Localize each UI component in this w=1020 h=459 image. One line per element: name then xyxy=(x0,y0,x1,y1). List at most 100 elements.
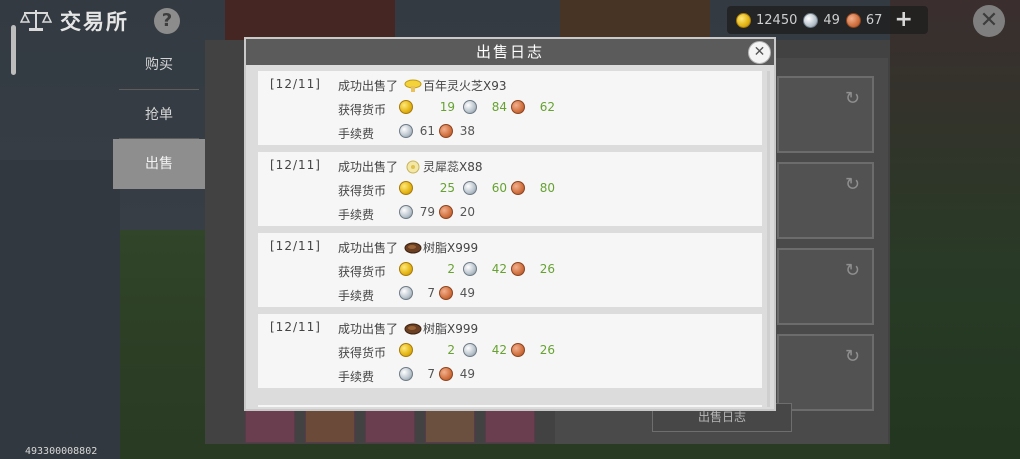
menu-tab-grab-order[interactable]: 抢单 xyxy=(113,90,205,140)
fee-label: 手续费 xyxy=(338,370,375,384)
refresh-icon[interactable]: ↻ xyxy=(845,346,860,367)
sell-slot[interactable]: ↻ xyxy=(777,162,874,239)
log-item-name: 百年灵火芝 xyxy=(423,79,484,93)
fee-silver: 61 xyxy=(419,124,435,138)
fee-copper: 49 xyxy=(459,367,475,381)
fee-copper: 38 xyxy=(459,124,475,138)
market-menu: 购买 抢单 出售 xyxy=(113,40,205,440)
menu-tab-sell[interactable]: 出售 xyxy=(113,139,205,189)
sale-log-list[interactable]: [12/11] 成功出售了 百年灵火芝 X93 获得货币 19 84 62 手续… xyxy=(258,71,762,407)
log-entry: [12/11] 成功出售了 灵犀蕊 X88 获得货币 25 60 80 手续费 xyxy=(258,152,762,226)
menu-tab-buy[interactable]: 购买 xyxy=(113,40,205,90)
silver-coin-icon xyxy=(463,343,477,357)
income-gold: 19 xyxy=(439,100,455,114)
log-item-name: 树脂 xyxy=(423,241,448,255)
log-entry: [12/11] 成功出售了 树脂 X999 获得货币 2 42 26 手续费 7… xyxy=(258,233,762,307)
gold-coin-icon xyxy=(399,100,413,114)
fee-copper: 20 xyxy=(459,205,475,219)
log-sold-line: 成功出售了 灵犀蕊 X88 xyxy=(338,158,483,175)
income-gold: 2 xyxy=(447,343,455,357)
flower-icon xyxy=(406,160,420,173)
copper-coin-icon xyxy=(439,367,453,381)
income-gold: 25 xyxy=(439,181,455,195)
refresh-icon[interactable]: ↻ xyxy=(845,174,860,195)
inventory-item[interactable] xyxy=(425,410,475,443)
log-item-quantity: X88 xyxy=(459,159,483,174)
gold-coin-icon xyxy=(736,12,751,28)
fee-amounts: 79 20 xyxy=(399,205,479,219)
log-date: [12/11] xyxy=(270,77,321,91)
inventory-item[interactable] xyxy=(305,410,355,443)
log-action: 成功出售了 xyxy=(338,322,399,336)
gold-coin-icon xyxy=(399,343,413,357)
silver-coin-icon xyxy=(399,286,413,300)
dialog-header: 出售日志 ✕ xyxy=(246,39,774,65)
log-action: 成功出售了 xyxy=(338,160,399,174)
log-date: [12/11] xyxy=(270,320,321,334)
copper-coin-icon xyxy=(511,181,525,195)
sell-slot[interactable]: ↻ xyxy=(777,76,874,153)
log-entry: [12/11] 成功出售了 树脂 X999 获得货币 2 42 26 手续费 7… xyxy=(258,314,762,388)
fee-amounts: 7 49 xyxy=(399,367,479,381)
log-item-name: 灵犀蕊 xyxy=(423,160,460,174)
inventory-item[interactable] xyxy=(245,410,295,443)
scales-icon xyxy=(20,10,52,31)
income-gold: 2 xyxy=(447,262,455,276)
resin-icon xyxy=(404,323,422,334)
log-item-quantity: X999 xyxy=(447,240,479,255)
sell-slot[interactable]: ↻ xyxy=(777,334,874,411)
gold-coin-icon xyxy=(399,181,413,195)
income-copper: 26 xyxy=(539,262,555,276)
income-silver: 84 xyxy=(491,100,507,114)
silver-coin-icon xyxy=(463,100,477,114)
inventory-strip xyxy=(245,410,535,443)
income-silver: 42 xyxy=(491,262,507,276)
copper-coin-icon xyxy=(511,343,525,357)
income-amounts: 2 42 26 xyxy=(399,262,559,276)
log-item-quantity: X999 xyxy=(447,321,479,336)
log-date: [12/11] xyxy=(270,158,321,172)
sell-slot[interactable]: ↻ xyxy=(777,248,874,325)
fee-silver: 7 xyxy=(427,367,435,381)
fee-amounts: 7 49 xyxy=(399,286,479,300)
silver-coin-icon xyxy=(463,181,477,195)
currency-display: 12450 49 67 + xyxy=(727,6,928,34)
copper-coin-icon xyxy=(439,286,453,300)
mushroom-icon xyxy=(404,79,422,92)
income-amounts: 2 42 26 xyxy=(399,343,559,357)
fee-copper: 49 xyxy=(459,286,475,300)
add-currency-button[interactable]: + xyxy=(894,9,912,31)
refresh-icon[interactable]: ↻ xyxy=(845,260,860,281)
dialog-title: 出售日志 xyxy=(475,43,544,61)
page-title: 交易所 xyxy=(60,10,129,34)
fee-silver: 7 xyxy=(427,286,435,300)
user-id: 493300008802 xyxy=(25,446,98,457)
help-button[interactable]: ? xyxy=(154,8,180,34)
copper-coin-icon xyxy=(439,124,453,138)
income-copper: 26 xyxy=(539,343,555,357)
silver-coin-icon xyxy=(803,12,819,28)
income-silver: 42 xyxy=(491,343,507,357)
income-silver: 60 xyxy=(491,181,507,195)
fee-amounts: 61 38 xyxy=(399,124,479,138)
copper-coin-icon xyxy=(511,262,525,276)
log-sold-line: 成功出售了 树脂 X999 xyxy=(338,239,478,256)
silver-coin-icon xyxy=(399,124,413,138)
silver-coin-icon xyxy=(463,262,477,276)
inventory-item[interactable] xyxy=(485,410,535,443)
gold-amount: 12450 xyxy=(756,12,798,28)
copper-amount: 67 xyxy=(865,12,883,28)
gold-coin-icon xyxy=(399,262,413,276)
log-scrollbar[interactable] xyxy=(767,71,770,407)
silver-coin-icon xyxy=(399,367,413,381)
close-dialog-button[interactable]: ✕ xyxy=(748,41,771,64)
silver-amount: 49 xyxy=(823,12,840,28)
log-date: [12/11] xyxy=(270,239,321,253)
side-scroll-indicator xyxy=(11,25,16,75)
copper-coin-icon xyxy=(845,12,861,28)
fee-label: 手续费 xyxy=(338,208,375,222)
inventory-item[interactable] xyxy=(365,410,415,443)
income-amounts: 19 84 62 xyxy=(399,100,559,114)
refresh-icon[interactable]: ↻ xyxy=(845,88,860,109)
close-market-button[interactable]: ✕ xyxy=(973,5,1005,37)
